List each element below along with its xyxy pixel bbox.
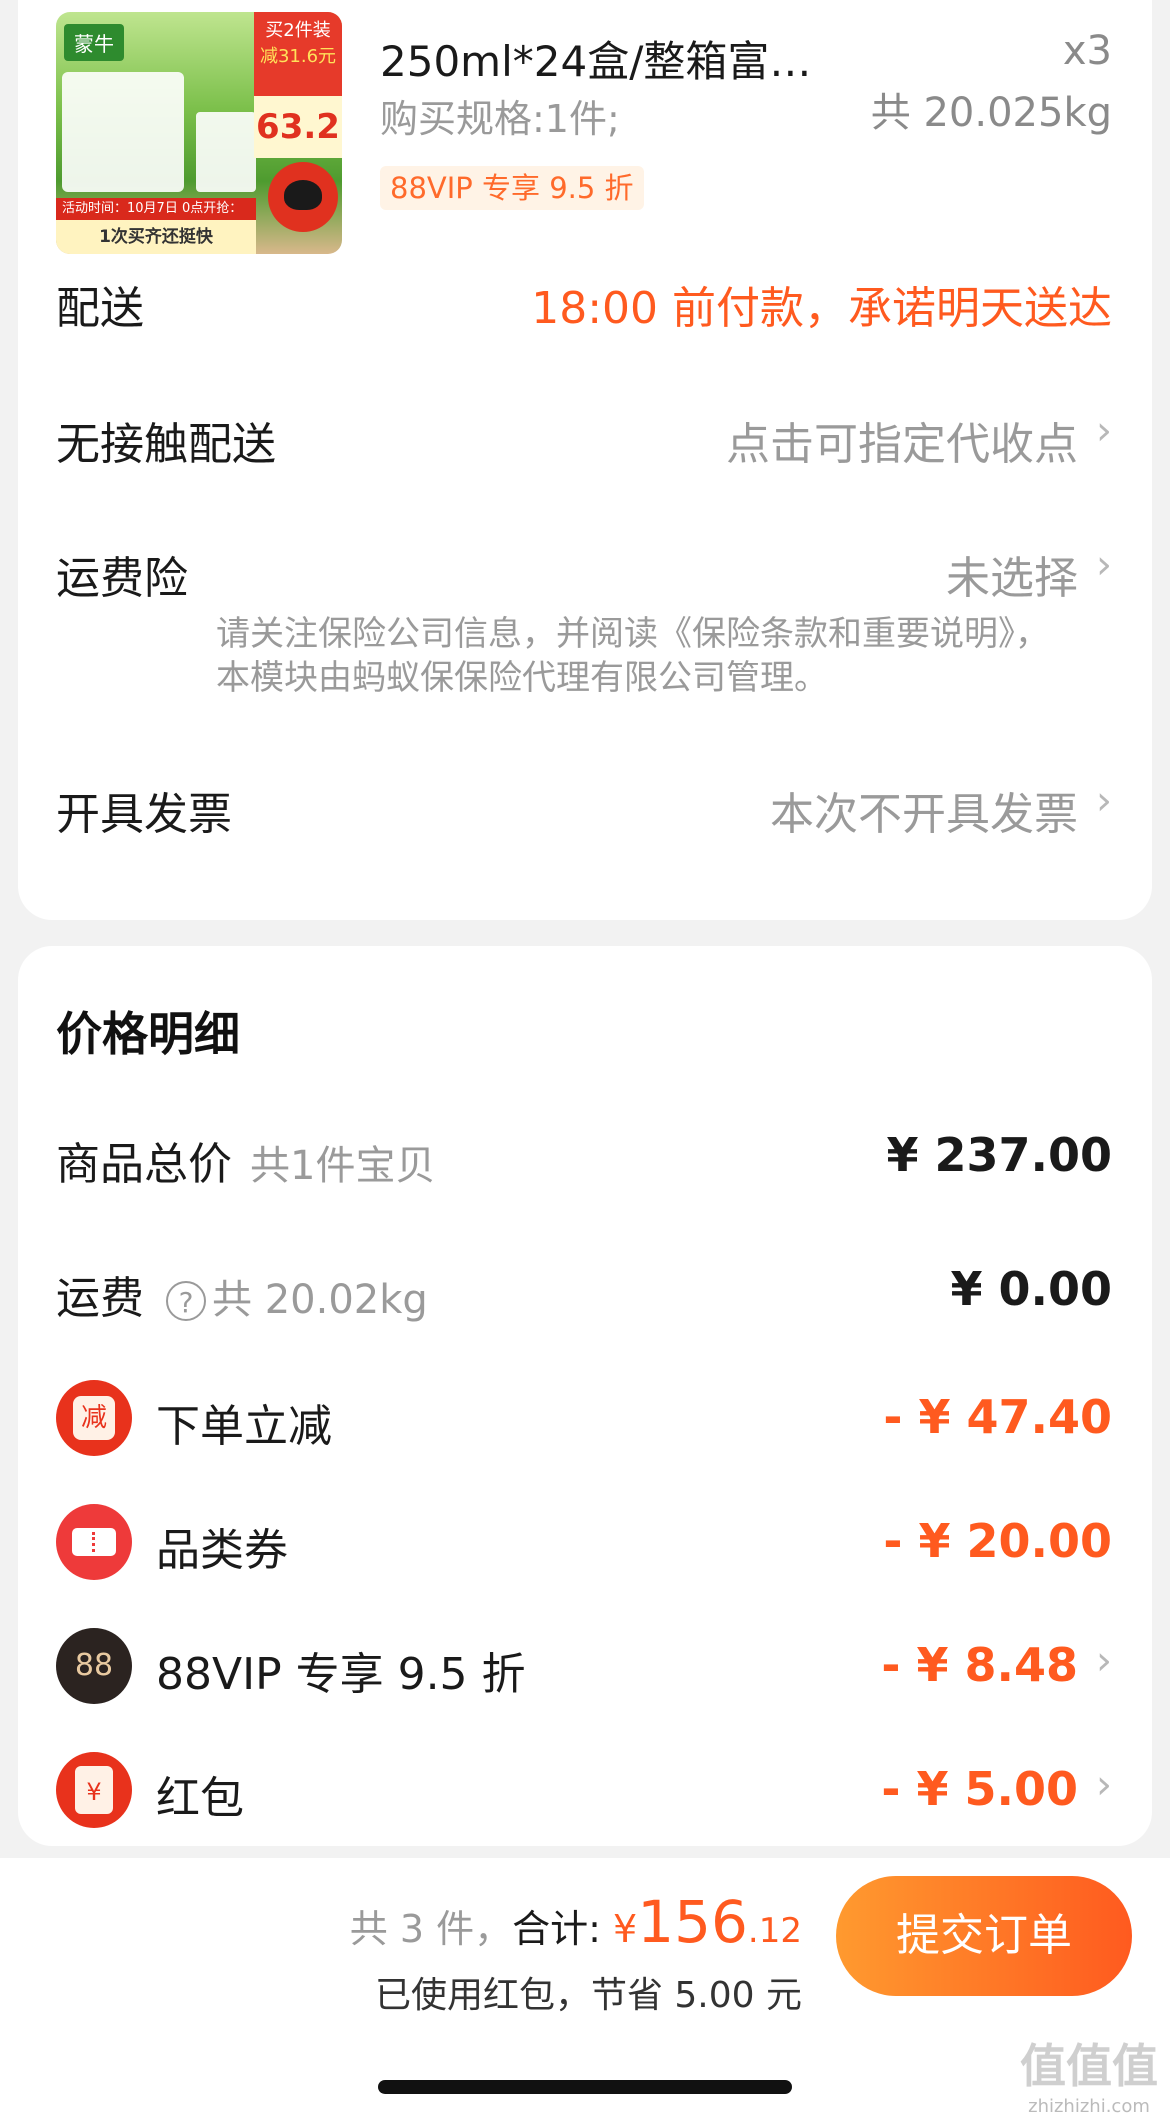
vip-discount-value: - ¥ 8.48 xyxy=(881,1638,1078,1692)
shipping-insurance-row[interactable]: 未选择 › xyxy=(946,542,1112,606)
chevron-right-icon: › xyxy=(1096,1762,1112,1808)
price-detail-card: 价格明细 商品总价 共1件宝贝 ¥ 237.00 运费? 共 20.02kg ¥ 0… xyxy=(18,946,1152,1846)
image-price: 63.2 xyxy=(254,96,342,158)
product-brand: 蒙牛 xyxy=(64,24,124,61)
item-count: 共 3 件， xyxy=(349,1907,513,1951)
category-coupon-label: 品类券 xyxy=(156,1525,288,1576)
submit-order-button[interactable]: 提交订单 xyxy=(836,1876,1132,1996)
shipping-label: 运费 xyxy=(56,1273,144,1324)
goods-total-label: 商品总价 xyxy=(56,1139,232,1190)
goods-total-row-label: 商品总价 共1件宝贝 xyxy=(56,1128,435,1192)
total-integer: 156 xyxy=(637,1888,748,1956)
chevron-right-icon: › xyxy=(1096,1638,1112,1684)
vip-discount-label: 88VIP 专享 9.5 折 xyxy=(156,1649,526,1700)
shipping-value: ¥ 0.00 xyxy=(950,1262,1112,1316)
product-carton-graphic xyxy=(196,112,256,192)
invoice-label: 开具发票 xyxy=(56,789,232,840)
price-detail-title: 价格明细 xyxy=(56,1007,240,1061)
total-label: 合计: xyxy=(512,1907,601,1951)
help-icon[interactable]: ? xyxy=(166,1281,206,1321)
shipping-insurance-value: 未选择 xyxy=(946,553,1078,604)
goods-total-value: ¥ 237.00 xyxy=(886,1128,1112,1182)
savings-note: 已使用红包，节省 5.00 元 xyxy=(374,1975,802,2016)
red-envelope-icon: ¥ xyxy=(56,1752,132,1828)
vip-discount-row[interactable]: - ¥ 8.48 › xyxy=(881,1638,1112,1692)
red-envelope-row[interactable]: - ¥ 5.00 › xyxy=(881,1762,1112,1816)
shipping-weight: 共 20.02kg xyxy=(212,1277,428,1323)
image-strip-activity: 活动时间：10月7日 0点开抢： xyxy=(56,198,256,220)
order-total-line: 共 3 件，合计: ¥156.12 xyxy=(350,1888,802,1956)
vip-discount-tag: 88VIP 专享 9.5 折 xyxy=(380,166,644,210)
vip88-icon: 88 xyxy=(56,1628,132,1704)
shipping-row-label: 运费? 共 20.02kg xyxy=(56,1262,428,1326)
contactless-label: 无接触配送 xyxy=(56,419,276,470)
insurance-note: 请关注保险公司信息，并阅读《保险条款和重要说明》，本模块由蚂蚁保保险代理有限公司… xyxy=(216,614,1049,698)
tmall-mascot-icon xyxy=(268,162,338,232)
image-strip-slogan: 1次买齐还挺快 xyxy=(56,220,256,254)
instant-discount-icon: 减 xyxy=(56,1380,132,1456)
contactless-row[interactable]: 点击可指定代收点 › xyxy=(726,408,1112,472)
product-quantity: x3 xyxy=(1062,28,1112,74)
product-image[interactable]: 蒙牛 买2件装 减31.6元 63.2 活动时间：10月7日 0点开抢： 1次买… xyxy=(56,12,342,254)
ticket-icon xyxy=(56,1504,132,1580)
invoice-row[interactable]: 本次不开具发票 › xyxy=(770,778,1112,842)
invoice-value: 本次不开具发票 xyxy=(770,789,1078,840)
promo-badge: 买2件装 减31.6元 xyxy=(254,12,342,96)
currency-symbol: ¥ xyxy=(613,1907,638,1951)
contactless-value: 点击可指定代收点 xyxy=(726,419,1078,470)
red-envelope-label: 红包 xyxy=(156,1773,244,1824)
shipping-insurance-label: 运费险 xyxy=(56,553,188,604)
goods-total-count: 共1件宝贝 xyxy=(250,1143,436,1189)
home-indicator[interactable] xyxy=(378,2080,792,2094)
chevron-right-icon: › xyxy=(1096,778,1112,824)
delivery-value: 18:00 前付款，承诺明天送达 xyxy=(531,283,1112,334)
instant-discount-value: - ¥ 47.40 xyxy=(883,1390,1112,1444)
order-info-card: 蒙牛 买2件装 减31.6元 63.2 活动时间：10月7日 0点开抢： 1次买… xyxy=(18,0,1152,920)
product-box-graphic xyxy=(62,72,184,192)
chevron-right-icon: › xyxy=(1096,408,1112,454)
instant-discount-label: 下单立减 xyxy=(156,1401,332,1452)
site-watermark: 值值值 zhizhizhi.com xyxy=(1020,2039,1158,2117)
product-title[interactable]: 250ml*24盒/整箱富… xyxy=(380,28,811,89)
red-envelope-value: - ¥ 5.00 xyxy=(881,1762,1078,1816)
delivery-label: 配送 xyxy=(56,283,144,334)
category-coupon-value: - ¥ 20.00 xyxy=(883,1514,1112,1568)
total-decimal: .12 xyxy=(747,1911,802,1951)
product-weight: 共 20.025kg xyxy=(870,90,1112,136)
chevron-right-icon: › xyxy=(1096,542,1112,588)
product-spec: 购买规格:1件; xyxy=(380,97,620,141)
